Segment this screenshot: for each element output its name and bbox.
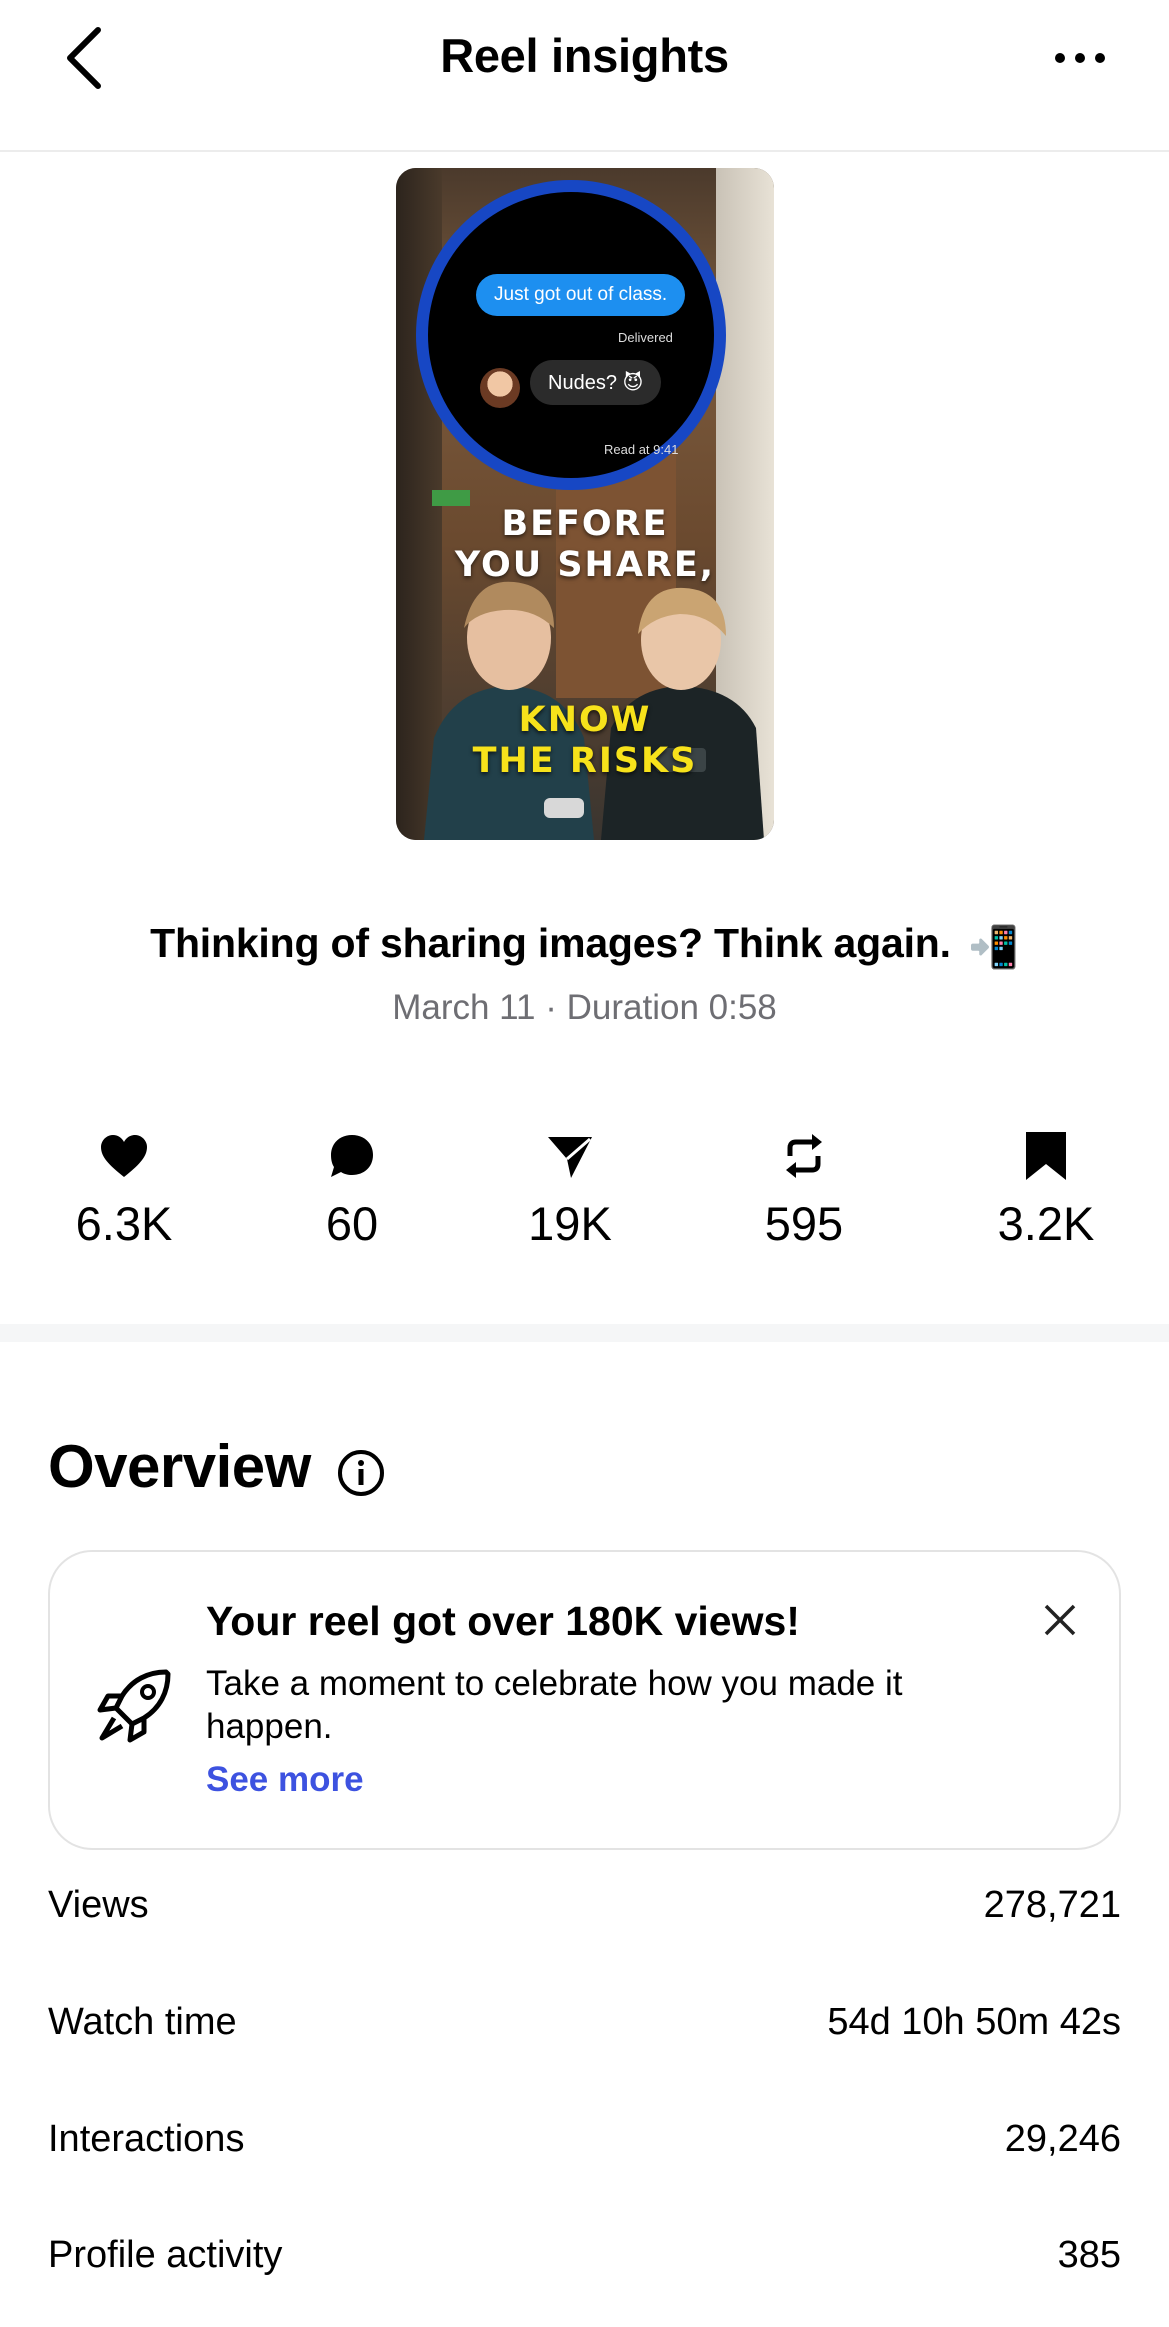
thumbnail-delivered-label: Delivered — [618, 330, 673, 345]
milestone-card: Your reel got over 180K views! Take a mo… — [48, 1550, 1121, 1850]
dismiss-card-button[interactable] — [1040, 1600, 1080, 1640]
close-icon — [1044, 1604, 1076, 1636]
thumbnail-headline-line: BEFORE — [501, 504, 669, 544]
rocket-icon — [97, 1669, 171, 1743]
thumbnail-read-receipt: Read at 9:41 — [604, 442, 679, 457]
stat-saves[interactable]: 3.2K — [936, 1128, 1156, 1251]
stat-value: 60 — [325, 1197, 379, 1250]
send-icon — [548, 1137, 592, 1178]
more-horizontal-icon — [1055, 53, 1105, 63]
stat-value: 3.2K — [997, 1197, 1095, 1250]
heart-icon — [101, 1135, 147, 1177]
thumbnail-subheadline: KNOW THE RISKS — [396, 700, 774, 782]
thumbnail-sent-message: Just got out of class. — [476, 274, 686, 316]
card-title: Your reel got over 180K views! — [206, 1598, 800, 1644]
reel-caption: Thinking of sharing images? Think again.… — [0, 920, 1169, 972]
stat-value: 6.3K — [75, 1197, 173, 1250]
info-icon — [338, 1450, 384, 1496]
metric-value: 29,246 — [1004, 2118, 1121, 2160]
overview-title: Overview — [48, 1433, 311, 1500]
stat-value: 19K — [528, 1197, 612, 1250]
reel-caption-text: Thinking of sharing images? Think again. — [150, 920, 951, 966]
metric-label: Profile activity — [48, 2234, 283, 2276]
page-title: Reel insights — [440, 29, 729, 82]
metric-value: 278,721 — [983, 1884, 1121, 1926]
bookmark-icon — [1026, 1132, 1066, 1180]
card-body: Take a moment to celebrate how you made … — [206, 1664, 903, 1746]
metric-value: 54d 10h 50m 42s — [827, 2001, 1121, 2043]
mobile-phone-arrow-icon: 📲 — [968, 924, 1019, 970]
metric-label: Views — [48, 1884, 149, 1926]
thumbnail-avatar — [480, 368, 520, 408]
metric-label: Watch time — [48, 2001, 237, 2043]
reel-thumbnail[interactable]: Just got out of class. Delivered Nudes? … — [396, 168, 774, 840]
comment-icon — [331, 1135, 373, 1177]
section-divider — [0, 1324, 1169, 1342]
stat-value: 595 — [764, 1197, 844, 1250]
thumbnail-subheadline-line: KNOW — [518, 700, 652, 740]
repost-icon — [786, 1134, 822, 1178]
top-bar: Reel insights — [0, 0, 1169, 152]
metric-row-profile-activity[interactable]: Profile activity 385 — [48, 2234, 1121, 2294]
thumbnail-received-message: Nudes? 😈 — [530, 360, 662, 405]
metric-row-watch-time[interactable]: Watch time 54d 10h 50m 42s — [48, 2001, 1121, 2061]
info-button[interactable] — [336, 1448, 386, 1498]
metric-label: Interactions — [48, 2118, 245, 2160]
stat-reposts[interactable]: 595 — [694, 1128, 914, 1251]
metric-value: 385 — [1057, 2234, 1121, 2276]
metric-row-interactions[interactable]: Interactions 29,246 — [48, 2118, 1121, 2178]
thumbnail-chat-circle: Just got out of class. Delivered Nudes? … — [416, 180, 726, 490]
reel-meta: March 11 · Duration 0:58 — [392, 988, 777, 1027]
thumbnail-subheadline-line: THE RISKS — [472, 741, 698, 781]
more-options-button[interactable] — [1052, 42, 1108, 74]
see-more-link[interactable]: See more — [206, 1760, 364, 1800]
stat-likes[interactable]: 6.3K — [14, 1128, 234, 1251]
stat-shares[interactable]: 19K — [460, 1128, 680, 1251]
metric-row-views[interactable]: Views 278,721 — [48, 1884, 1121, 1944]
stat-comments[interactable]: 60 — [242, 1128, 462, 1251]
